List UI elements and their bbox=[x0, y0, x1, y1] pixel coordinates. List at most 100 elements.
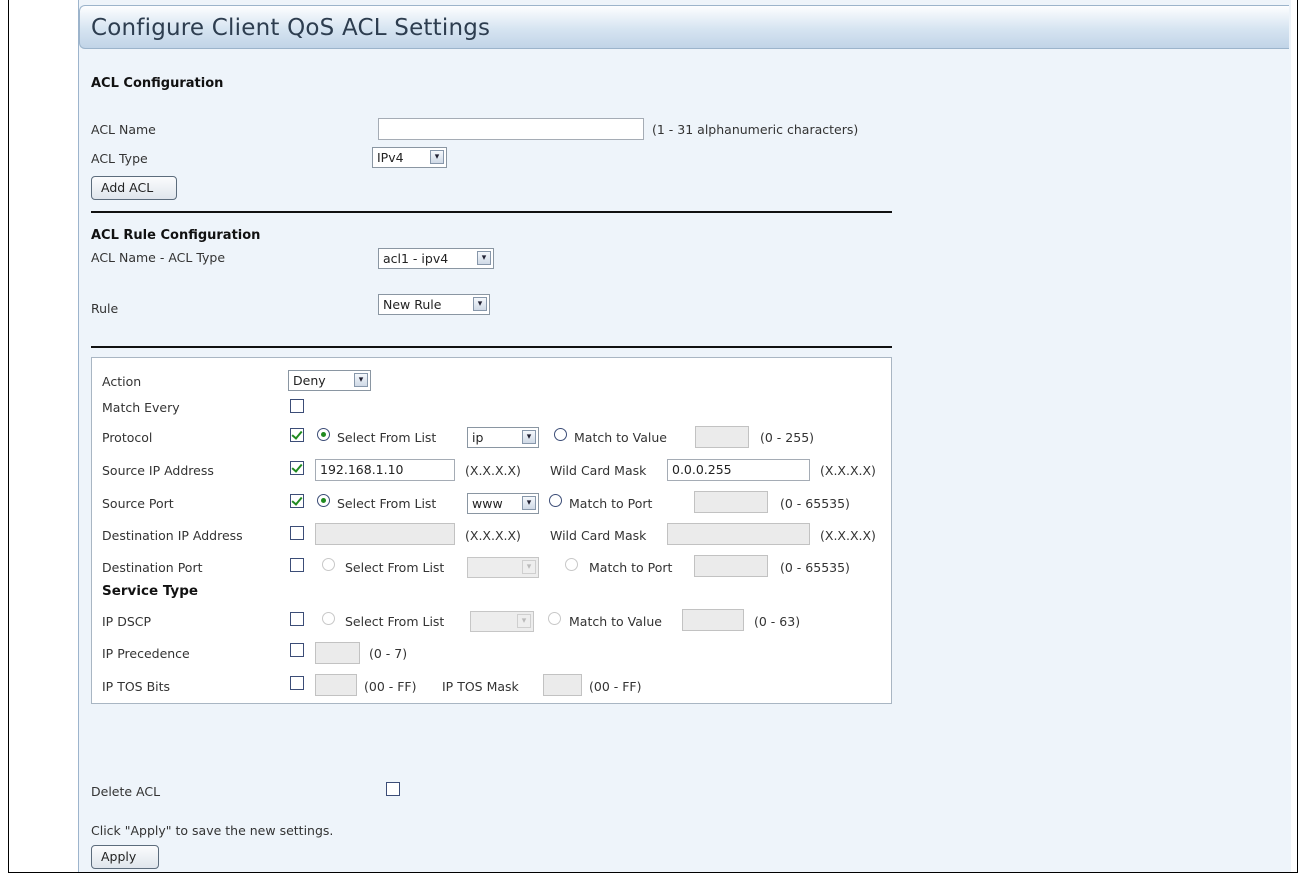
ip-precedence-checkbox[interactable] bbox=[290, 643, 304, 657]
title-bar: Configure Client QoS ACL Settings bbox=[79, 5, 1289, 49]
ip-dscp-checkbox[interactable] bbox=[290, 612, 304, 626]
source-port-match-label: Match to Port bbox=[569, 496, 653, 511]
source-port-match-radio[interactable] bbox=[549, 494, 562, 507]
dest-port-select-radio[interactable] bbox=[322, 558, 335, 571]
protocol-select[interactable]: ip ▾ bbox=[467, 427, 539, 448]
source-port-label: Source Port bbox=[102, 496, 174, 511]
source-mask-label: Wild Card Mask bbox=[550, 463, 647, 478]
protocol-select-radio[interactable] bbox=[317, 428, 330, 441]
dest-port-label: Destination Port bbox=[102, 560, 203, 575]
acl-type-select[interactable]: IPv4 ▾ bbox=[372, 147, 447, 168]
ip-tos-bits-label: IP TOS Bits bbox=[102, 679, 171, 694]
main-content: Configure Client QoS ACL Settings ACL Co… bbox=[78, 0, 1291, 872]
protocol-match-label: Match to Value bbox=[574, 430, 667, 445]
source-mask-format: (X.X.X.X) bbox=[820, 463, 876, 478]
rule-select[interactable]: New Rule ▾ bbox=[378, 294, 490, 315]
chevron-down-icon: ▾ bbox=[522, 496, 536, 510]
source-mask-input[interactable]: 0.0.0.255 bbox=[667, 459, 810, 481]
dest-port-match-label: Match to Port bbox=[589, 560, 673, 575]
source-ip-checkbox[interactable] bbox=[290, 461, 304, 475]
protocol-match-radio[interactable] bbox=[554, 428, 567, 441]
source-port-select-label: Select From List bbox=[337, 496, 437, 511]
apply-instructions: Click "Apply" to save the new settings. bbox=[91, 823, 334, 838]
dest-port-match-radio[interactable] bbox=[565, 558, 578, 571]
action-select[interactable]: Deny ▾ bbox=[288, 370, 371, 391]
ip-tos-bits-range: (00 - FF) bbox=[364, 679, 417, 694]
add-acl-button[interactable]: Add ACL bbox=[91, 176, 177, 200]
match-every-checkbox[interactable] bbox=[290, 399, 304, 413]
ip-dscp-select-radio[interactable] bbox=[322, 612, 335, 625]
delete-acl-label: Delete ACL bbox=[91, 784, 161, 799]
protocol-label: Protocol bbox=[102, 430, 153, 445]
protocol-select-value: ip bbox=[472, 430, 484, 445]
ip-precedence-label: IP Precedence bbox=[102, 646, 190, 661]
dest-ip-format: (X.X.X.X) bbox=[465, 528, 521, 543]
source-port-select-radio[interactable] bbox=[317, 494, 330, 507]
ip-tos-mask-input[interactable] bbox=[543, 674, 582, 696]
ip-dscp-match-input[interactable] bbox=[682, 609, 744, 631]
protocol-range: (0 - 255) bbox=[760, 430, 815, 445]
ip-dscp-range: (0 - 63) bbox=[754, 614, 801, 629]
source-ip-label: Source IP Address bbox=[102, 463, 214, 478]
apply-button[interactable]: Apply bbox=[91, 845, 159, 869]
source-port-select-value: www bbox=[472, 496, 503, 511]
acl-name-input[interactable] bbox=[378, 118, 644, 140]
acl-name-type-select[interactable]: acl1 - ipv4 ▾ bbox=[378, 248, 494, 269]
ip-dscp-select[interactable]: ▾ bbox=[470, 611, 534, 632]
ip-precedence-range: (0 - 7) bbox=[369, 646, 408, 661]
ip-tos-bits-checkbox[interactable] bbox=[290, 676, 304, 690]
source-port-checkbox[interactable] bbox=[290, 494, 304, 508]
action-label: Action bbox=[102, 374, 142, 389]
source-port-range: (0 - 65535) bbox=[780, 496, 850, 511]
protocol-checkbox[interactable] bbox=[290, 428, 304, 442]
ip-tos-mask-label: IP TOS Mask bbox=[442, 679, 519, 694]
dest-mask-label: Wild Card Mask bbox=[550, 528, 647, 543]
service-type-heading: Service Type bbox=[102, 583, 199, 599]
chevron-down-icon: ▾ bbox=[430, 150, 444, 164]
dest-port-checkbox[interactable] bbox=[290, 558, 304, 572]
acl-configuration-heading: ACL Configuration bbox=[91, 76, 224, 91]
source-ip-input[interactable]: 192.168.1.10 bbox=[315, 459, 455, 481]
source-port-match-input[interactable] bbox=[694, 491, 768, 513]
chevron-down-icon: ▾ bbox=[477, 251, 491, 265]
ip-precedence-input[interactable] bbox=[315, 642, 360, 664]
source-port-select[interactable]: www ▾ bbox=[467, 493, 539, 514]
rule-form-panel: Action Deny ▾ Match Every Protocol Selec… bbox=[91, 357, 892, 704]
acl-type-label: ACL Type bbox=[91, 151, 148, 166]
delete-acl-checkbox[interactable] bbox=[386, 782, 400, 796]
acl-name-type-value: acl1 - ipv4 bbox=[383, 251, 449, 266]
chevron-down-icon: ▾ bbox=[522, 430, 536, 444]
source-ip-format: (X.X.X.X) bbox=[465, 463, 521, 478]
protocol-select-label: Select From List bbox=[337, 430, 437, 445]
dest-mask-input[interactable] bbox=[667, 523, 810, 545]
chevron-down-icon: ▾ bbox=[517, 614, 531, 628]
ip-tos-mask-range: (00 - FF) bbox=[589, 679, 642, 694]
acl-type-value: IPv4 bbox=[377, 150, 404, 165]
chevron-down-icon: ▾ bbox=[473, 297, 487, 311]
chevron-down-icon: ▾ bbox=[522, 560, 536, 574]
dest-port-select-label: Select From List bbox=[345, 560, 445, 575]
acl-name-hint: (1 - 31 alphanumeric characters) bbox=[652, 122, 859, 137]
page-title: Configure Client QoS ACL Settings bbox=[91, 15, 491, 41]
dest-port-match-input[interactable] bbox=[694, 555, 768, 577]
dest-ip-input[interactable] bbox=[315, 523, 455, 545]
acl-name-type-label: ACL Name - ACL Type bbox=[91, 250, 226, 265]
dest-mask-format: (X.X.X.X) bbox=[820, 528, 876, 543]
protocol-match-input[interactable] bbox=[695, 426, 749, 448]
dest-ip-checkbox[interactable] bbox=[290, 526, 304, 540]
chevron-down-icon: ▾ bbox=[354, 373, 368, 387]
rule-label: Rule bbox=[91, 301, 119, 316]
ip-dscp-select-label: Select From List bbox=[345, 614, 445, 629]
dest-port-select[interactable]: ▾ bbox=[467, 557, 539, 578]
ip-dscp-match-radio[interactable] bbox=[548, 612, 561, 625]
ip-tos-bits-input[interactable] bbox=[315, 674, 357, 696]
divider bbox=[91, 346, 892, 348]
dest-port-range: (0 - 65535) bbox=[780, 560, 850, 575]
acl-name-label: ACL Name bbox=[91, 122, 156, 137]
rule-value: New Rule bbox=[383, 297, 442, 312]
acl-rule-configuration-heading: ACL Rule Configuration bbox=[91, 228, 261, 243]
action-value: Deny bbox=[293, 373, 326, 388]
dest-ip-label: Destination IP Address bbox=[102, 528, 243, 543]
match-every-label: Match Every bbox=[102, 400, 180, 415]
ip-dscp-label: IP DSCP bbox=[102, 614, 152, 629]
